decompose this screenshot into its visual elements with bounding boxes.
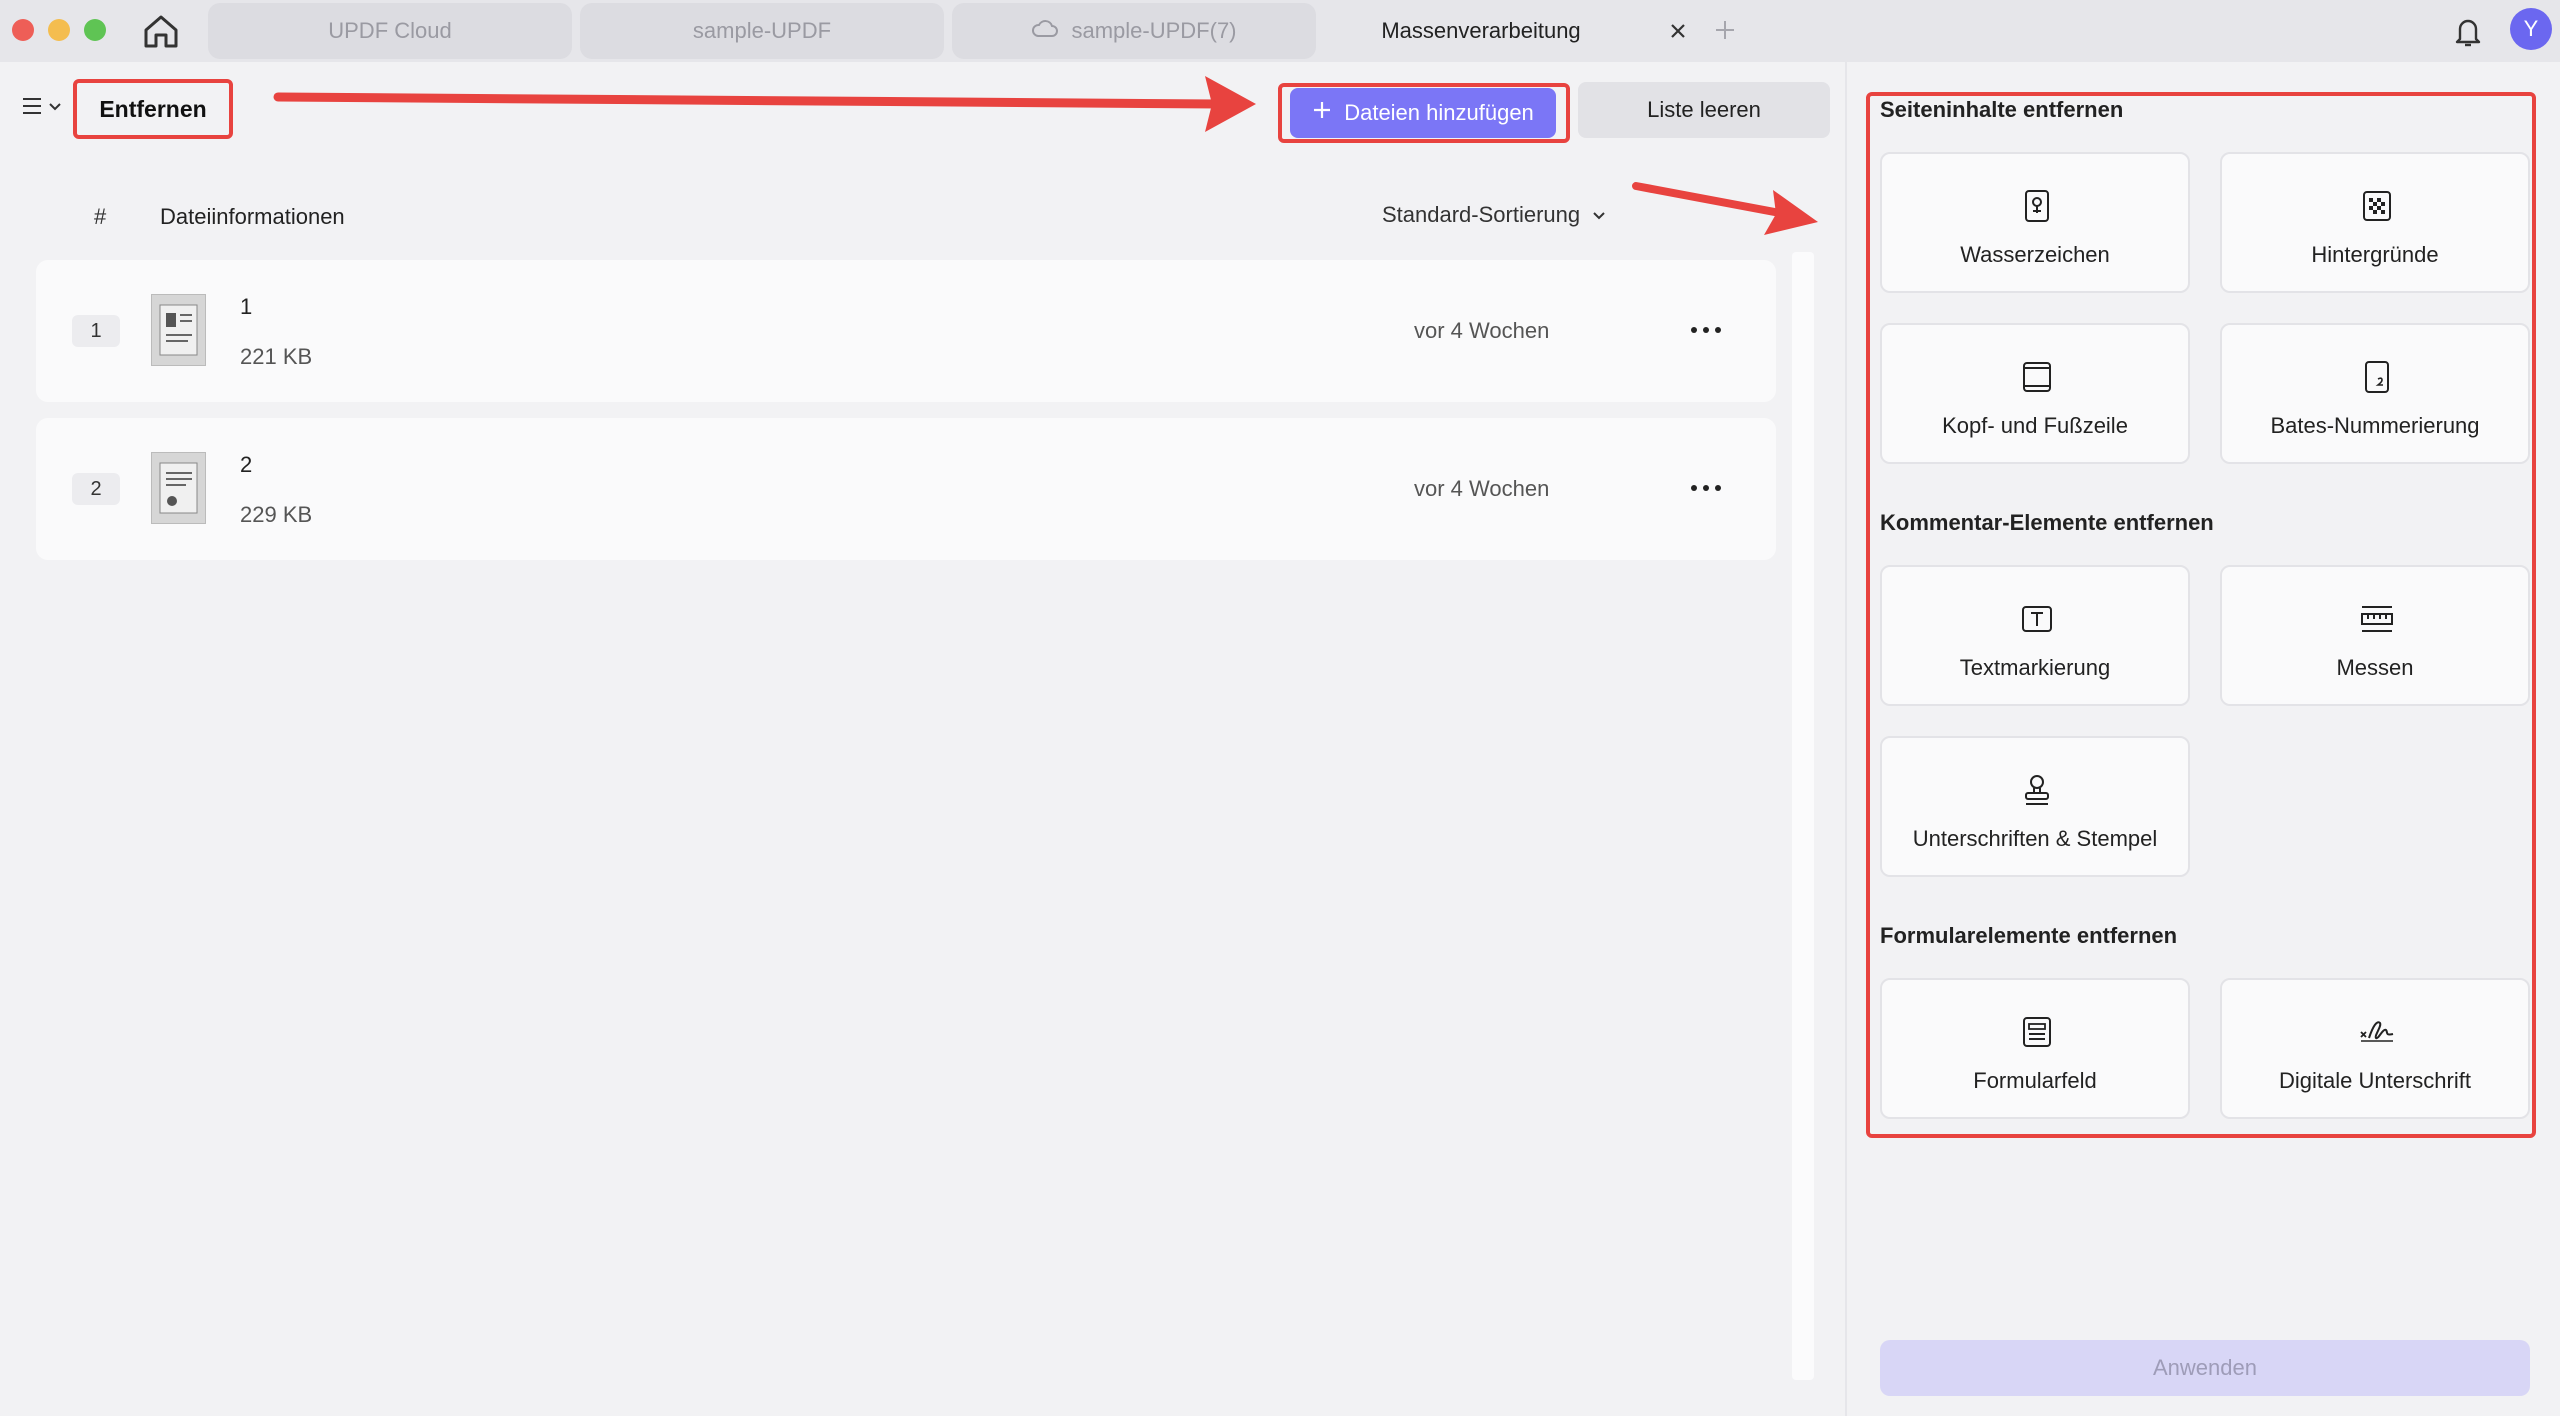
option-label: Unterschriften & Stempel [1912, 826, 2158, 851]
column-header-file-info: Dateiinformationen [160, 204, 345, 229]
home-icon[interactable] [140, 12, 182, 50]
tab-updf-cloud[interactable]: UPDF Cloud [208, 3, 572, 59]
mode-title[interactable]: Entfernen [73, 79, 233, 139]
section-title-page-contents: Seiteninhalte entfernen [1880, 97, 2124, 122]
more-options-icon[interactable] [1686, 312, 1726, 348]
avatar[interactable]: Y [2510, 8, 2552, 50]
file-thumbnail [151, 294, 206, 366]
file-row[interactable]: 2 2 229 KB vor 4 Wochen [36, 418, 1776, 560]
tab-label: sample-UPDF [692, 18, 832, 43]
digital-signature-icon [2359, 1014, 2395, 1050]
new-tab-icon[interactable] [1705, 10, 1745, 50]
cloud-icon [1031, 17, 1059, 45]
bates-icon [2359, 359, 2395, 395]
header-footer-icon [2019, 359, 2055, 395]
file-size: 229 KB [240, 502, 313, 527]
section-title-form-elements: Formularelemente entfernen [1880, 923, 2178, 948]
form-field-icon [2019, 1014, 2055, 1050]
option-measure[interactable]: Messen [2220, 565, 2530, 706]
option-label: Hintergründe [2311, 242, 2439, 267]
sort-dropdown[interactable]: Standard-Sortierung [1382, 202, 1606, 228]
row-index: 2 [72, 473, 120, 505]
more-options-icon[interactable] [1686, 470, 1726, 506]
option-label: Formularfeld [1973, 1068, 2097, 1093]
option-watermark[interactable]: Wasserzeichen [1880, 152, 2190, 293]
stamp-icon [2019, 772, 2055, 808]
file-size: 221 KB [240, 344, 313, 369]
bell-icon[interactable] [2448, 12, 2488, 50]
plus-icon [1312, 100, 1332, 126]
annotation-arrow [273, 76, 1256, 132]
chevron-down-icon [48, 99, 62, 118]
text-markup-icon [2019, 601, 2055, 637]
tab-label: Massenverarbeitung [1381, 18, 1581, 43]
option-form-field[interactable]: Formularfeld [1880, 978, 2190, 1119]
option-label: Bates-Nummerierung [2270, 413, 2480, 438]
file-row[interactable]: 1 1 221 KB vor 4 Wochen [36, 260, 1776, 402]
clear-list-label: Liste leeren [1647, 97, 1761, 122]
panel-divider [1845, 62, 1847, 1416]
option-digital-signature[interactable]: Digitale Unterschrift [2220, 978, 2530, 1119]
file-date: vor 4 Wochen [1414, 318, 1550, 343]
option-label: Textmarkierung [1959, 655, 2111, 680]
menu-button[interactable] [20, 90, 70, 126]
tab-label: UPDF Cloud [328, 18, 452, 43]
file-thumbnail [151, 452, 206, 524]
column-header-number: # [94, 204, 107, 229]
option-label: Wasserzeichen [1960, 242, 2110, 267]
title-bar: UPDF Cloud sample-UPDF sample-UPDF(7) Ma… [0, 0, 2560, 62]
add-files-button[interactable]: Dateien hinzufügen [1290, 88, 1556, 138]
clear-list-button[interactable]: Liste leeren [1578, 82, 1830, 138]
minimize-window-button[interactable] [48, 19, 70, 41]
row-index: 1 [72, 315, 120, 347]
apply-button[interactable]: Anwenden [1880, 1340, 2530, 1396]
file-date: vor 4 Wochen [1414, 476, 1550, 501]
file-name: 2 [240, 452, 253, 477]
option-header-footer[interactable]: Kopf- und Fußzeile [1880, 323, 2190, 464]
option-signatures-stamps[interactable]: Unterschriften & Stempel [1880, 736, 2190, 877]
avatar-initial: Y [2523, 16, 2539, 41]
watermark-icon [2019, 188, 2055, 224]
background-icon [2359, 188, 2395, 224]
measure-icon [2359, 601, 2395, 637]
option-bates-numbering[interactable]: Bates-Nummerierung [2220, 323, 2530, 464]
file-name: 1 [240, 294, 253, 319]
hamburger-icon [20, 94, 44, 123]
option-label: Kopf- und Fußzeile [1942, 413, 2128, 438]
close-icon[interactable] [1658, 3, 1698, 59]
tab-label: sample-UPDF(7) [1071, 18, 1237, 43]
tab-massenverarbeitung[interactable]: Massenverarbeitung [1324, 3, 1698, 59]
add-files-label: Dateien hinzufügen [1344, 100, 1534, 125]
section-title-comments: Kommentar-Elemente entfernen [1880, 510, 2214, 535]
close-window-button[interactable] [12, 19, 34, 41]
option-label: Messen [2336, 655, 2414, 680]
apply-label: Anwenden [2153, 1355, 2257, 1380]
tab-sample-updf[interactable]: sample-UPDF [580, 3, 944, 59]
chevron-down-icon [1592, 202, 1606, 228]
zoom-window-button[interactable] [84, 19, 106, 41]
option-text-markup[interactable]: Textmarkierung [1880, 565, 2190, 706]
mode-title-text: Entfernen [99, 95, 207, 122]
tab-sample-updf-7[interactable]: sample-UPDF(7) [952, 3, 1316, 59]
scrollbar[interactable] [1792, 252, 1814, 1380]
option-label: Digitale Unterschrift [2279, 1068, 2471, 1093]
annotation-arrow [1632, 182, 1818, 235]
sort-label: Standard-Sortierung [1382, 202, 1581, 227]
option-backgrounds[interactable]: Hintergründe [2220, 152, 2530, 293]
